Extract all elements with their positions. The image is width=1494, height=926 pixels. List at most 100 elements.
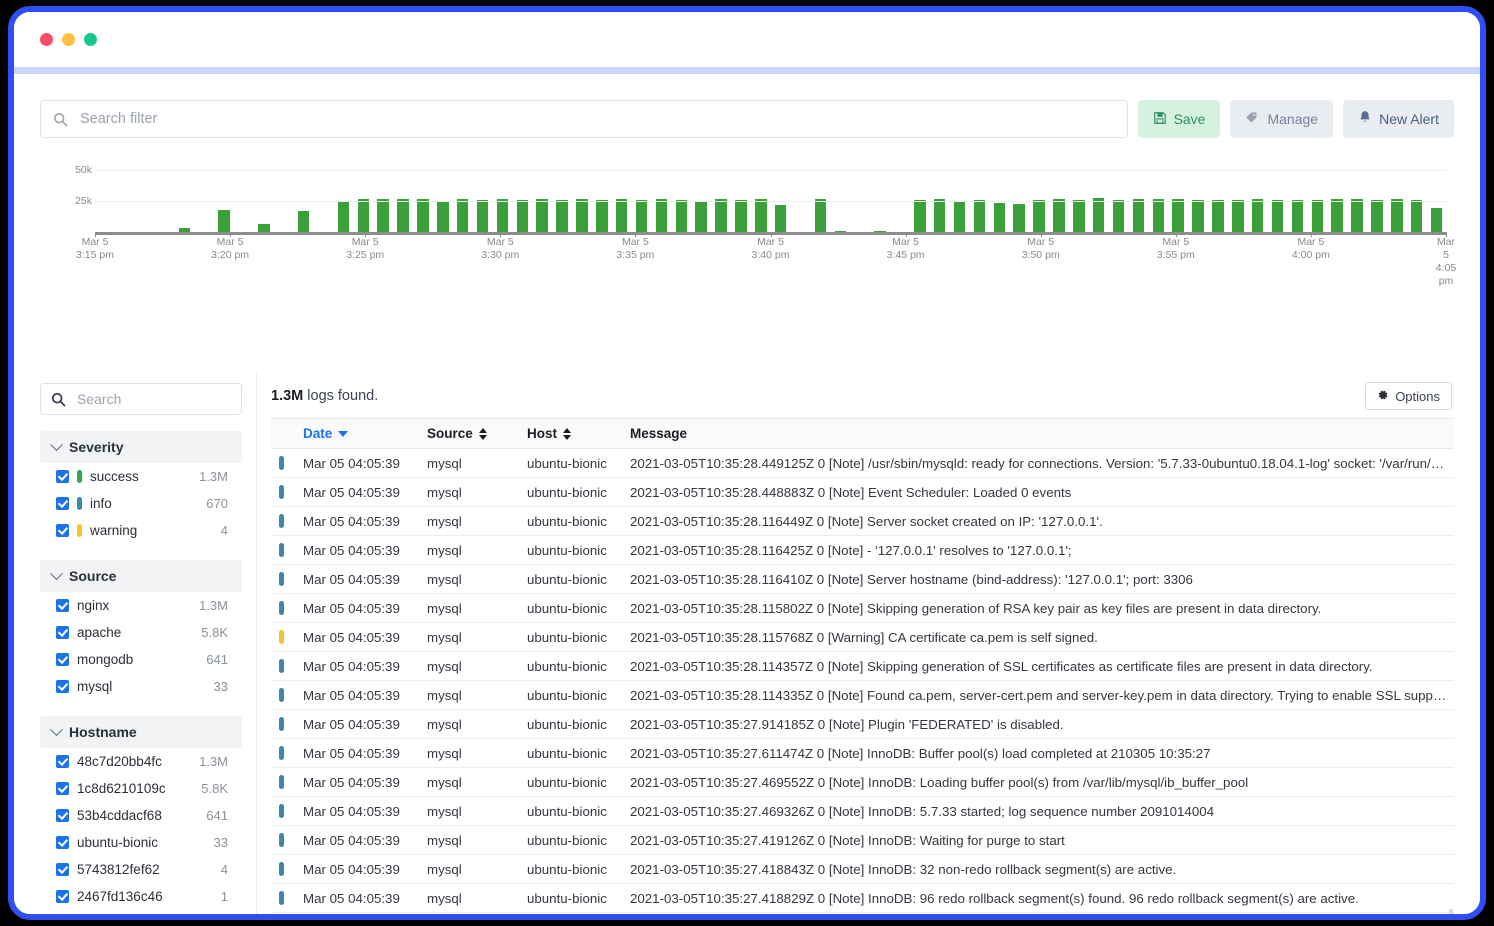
chart-bar[interactable] bbox=[1113, 200, 1125, 232]
chart-bar[interactable] bbox=[1053, 199, 1065, 232]
chart-bar[interactable] bbox=[1272, 200, 1284, 232]
chart-bar[interactable] bbox=[1073, 200, 1085, 232]
results-scrollbar-thumb[interactable] bbox=[1449, 909, 1453, 914]
chart-bar[interactable] bbox=[636, 200, 648, 232]
facet-header-source[interactable]: Source bbox=[40, 560, 242, 592]
chart-bar[interactable] bbox=[218, 210, 230, 232]
checkbox-checked-icon[interactable] bbox=[56, 755, 69, 768]
minimize-window-icon[interactable] bbox=[62, 33, 75, 46]
manage-button[interactable]: Manage bbox=[1230, 100, 1333, 138]
chart-bar[interactable] bbox=[417, 199, 429, 232]
table-row[interactable]: Mar 05 04:05:39mysqlubuntu-bionic2021-03… bbox=[271, 449, 1454, 478]
chart-bar[interactable] bbox=[358, 199, 370, 232]
save-button[interactable]: Save bbox=[1138, 100, 1221, 138]
chart-bar[interactable] bbox=[695, 201, 707, 232]
chart-bar[interactable] bbox=[517, 200, 529, 232]
log-volume-chart[interactable]: 25k50k Mar 53:15 pmMar 53:20 pmMar 53:25… bbox=[40, 160, 1454, 264]
checkbox-checked-icon[interactable] bbox=[56, 809, 69, 822]
sidebar-search-input[interactable] bbox=[75, 390, 231, 408]
chart-bar[interactable] bbox=[1371, 200, 1383, 232]
table-row[interactable]: Mar 05 04:05:39mysqlubuntu-bionic2021-03… bbox=[271, 797, 1454, 826]
close-window-icon[interactable] bbox=[40, 33, 53, 46]
chart-bar[interactable] bbox=[775, 205, 787, 232]
chart-bar[interactable] bbox=[755, 199, 767, 232]
chart-bar[interactable] bbox=[338, 202, 350, 232]
chart-bar[interactable] bbox=[616, 199, 628, 232]
chart-bar[interactable] bbox=[934, 199, 946, 232]
chart-bar[interactable] bbox=[1172, 199, 1184, 232]
facet-header-hostname[interactable]: Hostname bbox=[40, 716, 242, 748]
checkbox-checked-icon[interactable] bbox=[56, 599, 69, 612]
chart-bar[interactable] bbox=[1133, 199, 1145, 232]
new-alert-button[interactable]: New Alert bbox=[1343, 100, 1454, 138]
chart-bar[interactable] bbox=[1033, 200, 1045, 232]
chart-bar[interactable] bbox=[715, 199, 727, 232]
table-row[interactable]: Mar 05 04:05:39mysqlubuntu-bionic2021-03… bbox=[271, 710, 1454, 739]
table-row[interactable]: Mar 05 04:05:39mysqlubuntu-bionic2021-03… bbox=[271, 884, 1454, 913]
chart-bar[interactable] bbox=[576, 199, 588, 232]
chart-bar[interactable] bbox=[1411, 200, 1423, 232]
table-row[interactable]: Mar 05 04:05:39mysqlubuntu-bionic2021-03… bbox=[271, 739, 1454, 768]
table-row[interactable]: Mar 05 04:05:39mysqlubuntu-bionic2021-03… bbox=[271, 536, 1454, 565]
chart-bar[interactable] bbox=[676, 200, 688, 232]
table-row[interactable]: Mar 05 04:05:39mysqlubuntu-bionic2021-03… bbox=[271, 913, 1454, 915]
chart-bar[interactable] bbox=[1232, 200, 1244, 232]
table-row[interactable]: Mar 05 04:05:39mysqlubuntu-bionic2021-03… bbox=[271, 623, 1454, 652]
chart-bar[interactable] bbox=[1391, 199, 1403, 232]
chart-bar[interactable] bbox=[1312, 200, 1324, 232]
checkbox-checked-icon[interactable] bbox=[56, 863, 69, 876]
chart-bar[interactable] bbox=[536, 199, 548, 232]
chart-bar[interactable] bbox=[815, 199, 827, 232]
facet-item-ubuntu-bionic[interactable]: ubuntu-bionic33 bbox=[40, 829, 242, 856]
checkbox-checked-icon[interactable] bbox=[56, 836, 69, 849]
checkbox-checked-icon[interactable] bbox=[56, 524, 69, 537]
table-row[interactable]: Mar 05 04:05:39mysqlubuntu-bionic2021-03… bbox=[271, 507, 1454, 536]
table-row[interactable]: Mar 05 04:05:39mysqlubuntu-bionic2021-03… bbox=[271, 565, 1454, 594]
table-row[interactable]: Mar 05 04:05:39mysqlubuntu-bionic2021-03… bbox=[271, 652, 1454, 681]
chart-bar[interactable] bbox=[735, 200, 747, 232]
chart-bar[interactable] bbox=[437, 201, 449, 232]
chart-bar[interactable] bbox=[1212, 200, 1224, 232]
facet-item-2467fd136c46[interactable]: 2467fd136c461 bbox=[40, 883, 242, 910]
chart-bar[interactable] bbox=[1192, 200, 1204, 232]
chart-bar[interactable] bbox=[954, 202, 966, 232]
column-header-date[interactable]: Date bbox=[297, 419, 421, 449]
chart-bar[interactable] bbox=[377, 199, 389, 232]
checkbox-checked-icon[interactable] bbox=[56, 626, 69, 639]
facet-item-warning[interactable]: warning4 bbox=[40, 517, 242, 544]
results-table-scroll[interactable]: Date Source bbox=[271, 418, 1454, 914]
facet-item-mongodb[interactable]: mongodb641 bbox=[40, 646, 242, 673]
chart-bar[interactable] bbox=[497, 199, 509, 232]
chart-bar[interactable] bbox=[1252, 199, 1264, 232]
options-button[interactable]: Options bbox=[1365, 382, 1452, 410]
chart-bar[interactable] bbox=[974, 200, 986, 232]
facet-item-48c7d20bb4fc[interactable]: 48c7d20bb4fc1.3M bbox=[40, 748, 242, 775]
maximize-window-icon[interactable] bbox=[84, 33, 97, 46]
table-row[interactable]: Mar 05 04:05:39mysqlubuntu-bionic2021-03… bbox=[271, 681, 1454, 710]
table-row[interactable]: Mar 05 04:05:39mysqlubuntu-bionic2021-03… bbox=[271, 478, 1454, 507]
table-row[interactable]: Mar 05 04:05:39mysqlubuntu-bionic2021-03… bbox=[271, 768, 1454, 797]
checkbox-checked-icon[interactable] bbox=[56, 653, 69, 666]
facet-item-mysql[interactable]: mysql33 bbox=[40, 673, 242, 700]
chart-bar[interactable] bbox=[477, 200, 489, 232]
facet-item-apache[interactable]: apache5.8K bbox=[40, 619, 242, 646]
chart-bar[interactable] bbox=[1351, 199, 1363, 232]
chart-bar[interactable] bbox=[556, 200, 568, 232]
chart-bar[interactable] bbox=[914, 200, 926, 232]
chart-bar[interactable] bbox=[457, 199, 469, 232]
chart-bar[interactable] bbox=[1093, 198, 1105, 232]
search-filter-box[interactable] bbox=[40, 100, 1128, 138]
facet-item-1c8d6210109c[interactable]: 1c8d6210109c5.8K bbox=[40, 775, 242, 802]
chart-bar[interactable] bbox=[1292, 200, 1304, 232]
facet-item-success[interactable]: success1.3M bbox=[40, 463, 242, 490]
chart-bar[interactable] bbox=[258, 224, 270, 232]
chart-bar[interactable] bbox=[298, 211, 310, 232]
chart-bar[interactable] bbox=[1331, 199, 1343, 232]
checkbox-checked-icon[interactable] bbox=[56, 890, 69, 903]
checkbox-checked-icon[interactable] bbox=[56, 782, 69, 795]
checkbox-checked-icon[interactable] bbox=[56, 470, 69, 483]
column-header-source[interactable]: Source bbox=[421, 419, 521, 449]
checkbox-checked-icon[interactable] bbox=[56, 680, 69, 693]
chart-bar[interactable] bbox=[1431, 208, 1443, 232]
chart-bar[interactable] bbox=[1013, 204, 1025, 232]
